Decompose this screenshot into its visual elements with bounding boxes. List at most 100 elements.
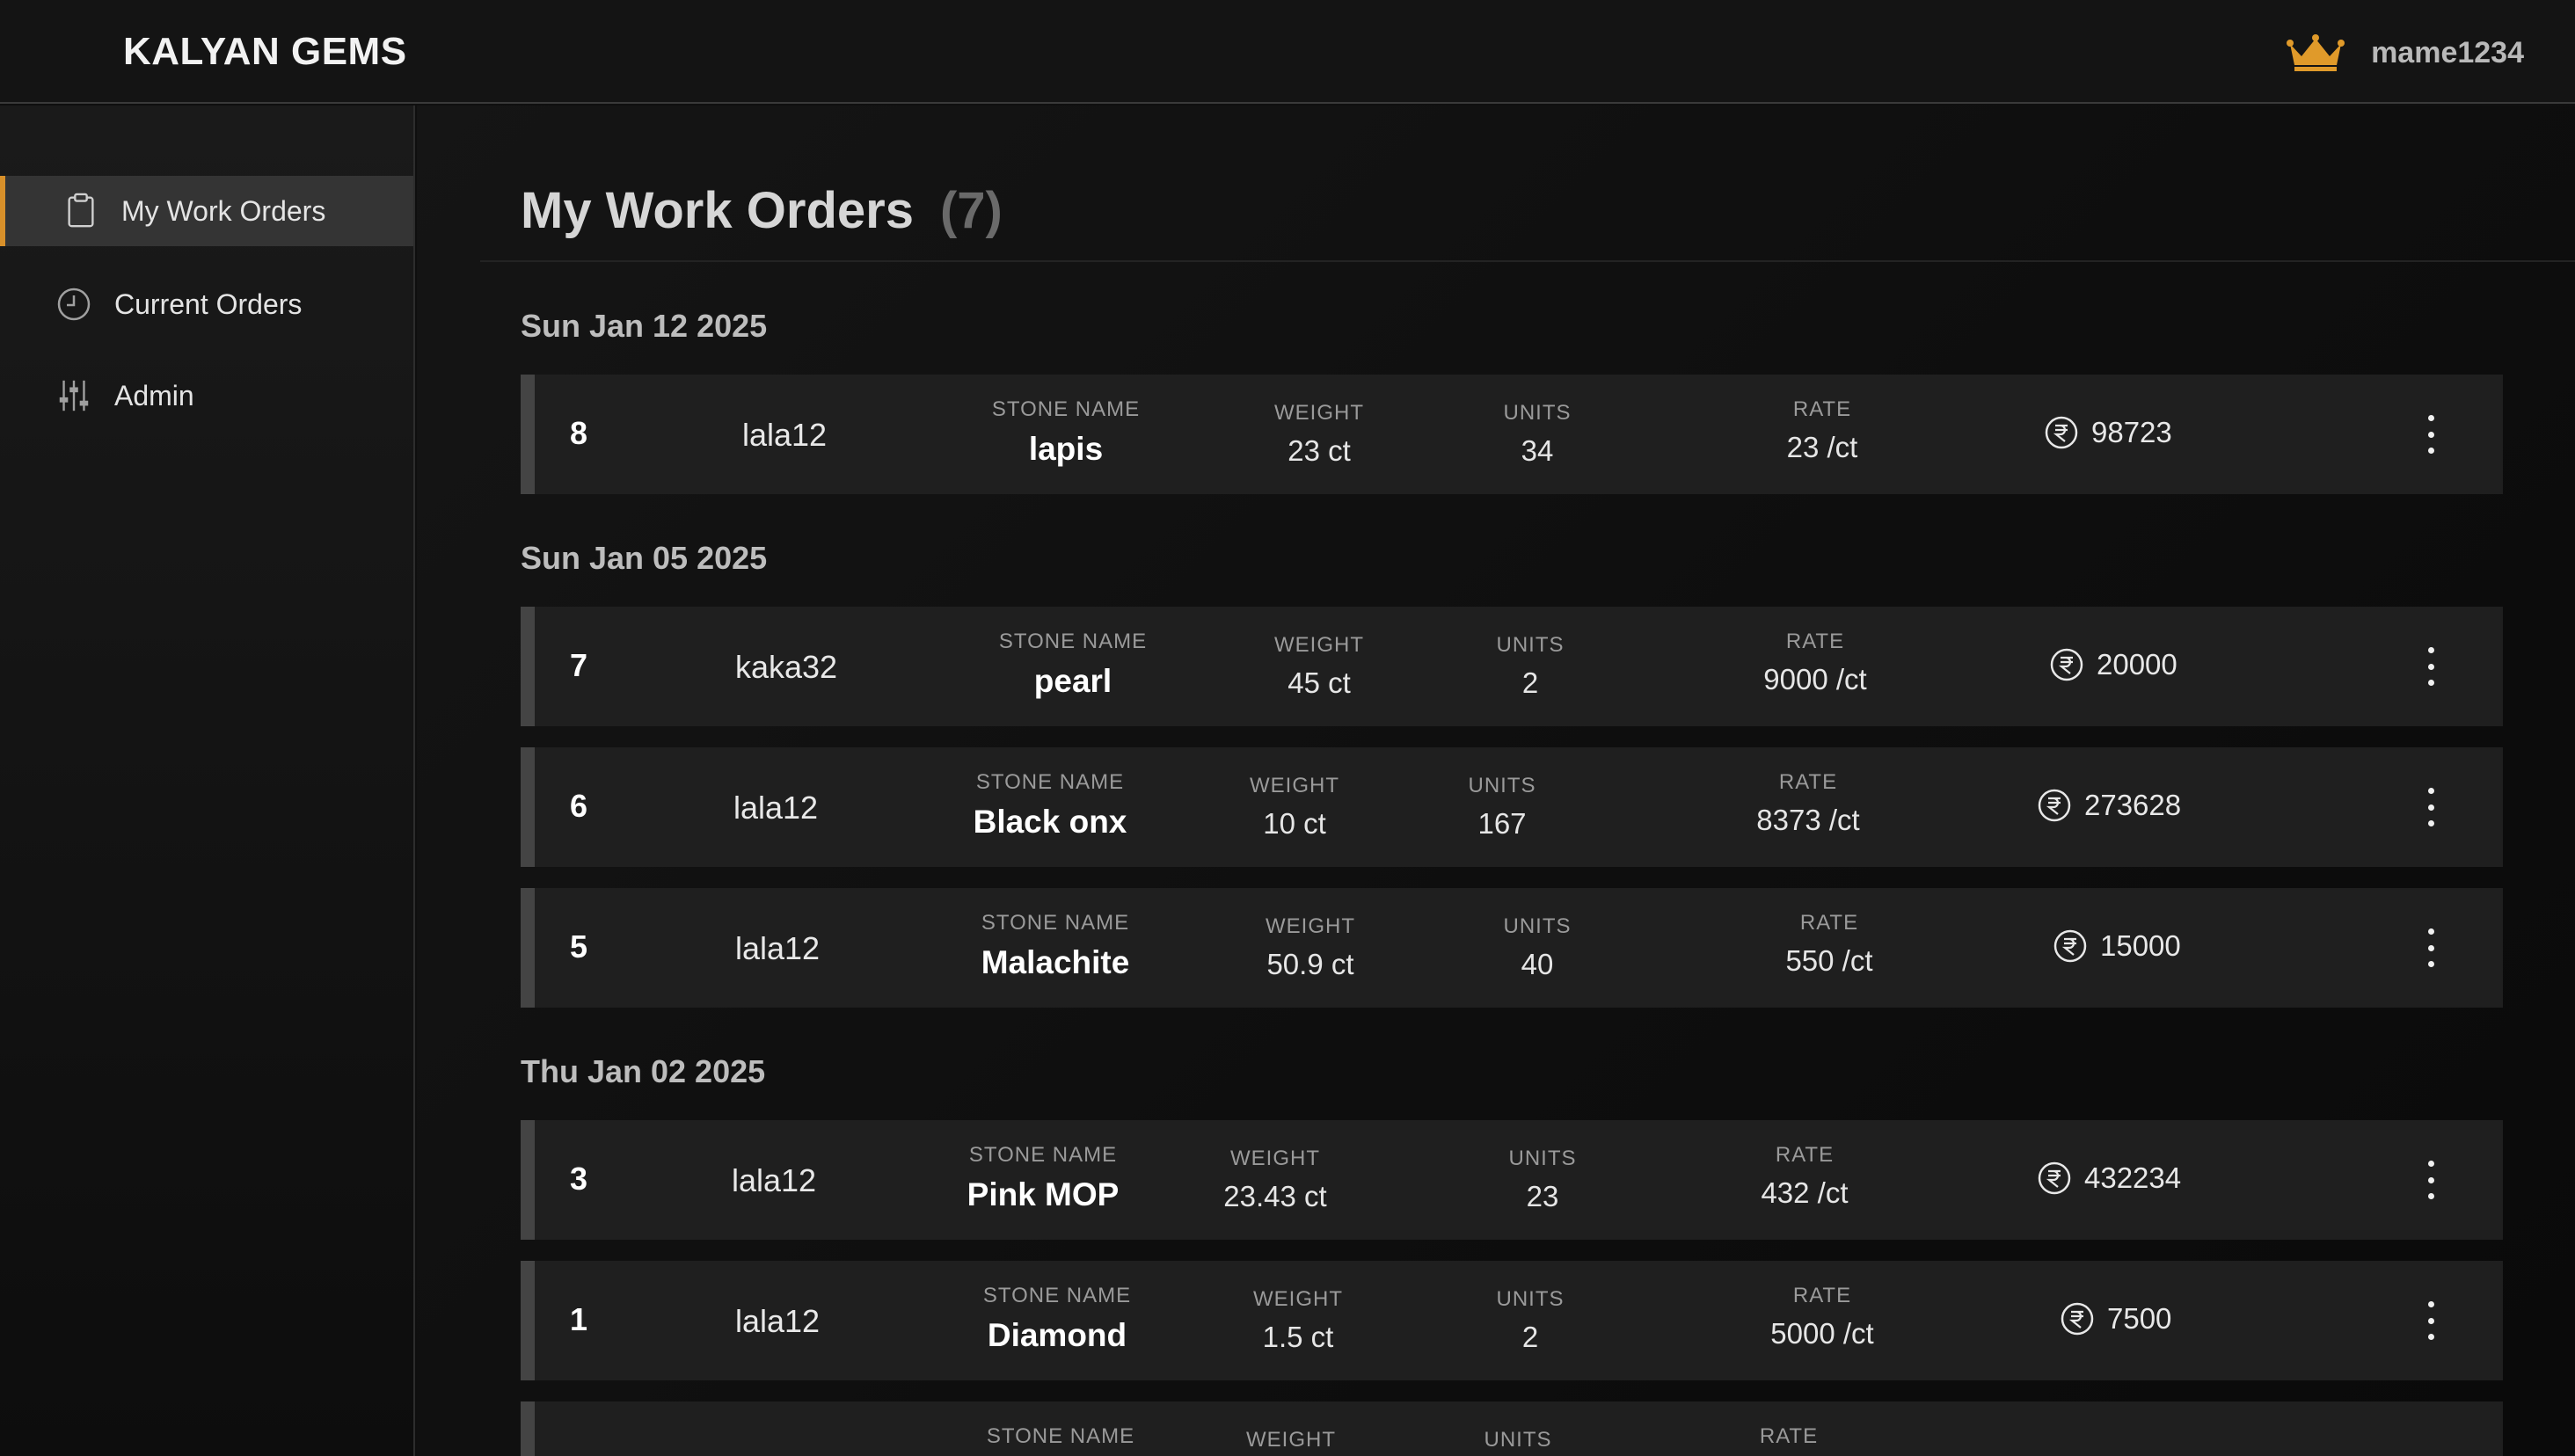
stone-name-value: Diamond <box>987 1317 1127 1353</box>
units-value: 34 <box>1521 434 1554 467</box>
order-id: 6 <box>570 788 588 824</box>
rate-field: RATE 9000 /ct <box>1683 630 1947 696</box>
page-title-text: My Work Orders <box>521 182 914 239</box>
sidebar-item-current-orders[interactable]: Current Orders <box>0 269 413 339</box>
username: mame1234 <box>2371 35 2524 69</box>
stone-name-value: lapis <box>1028 431 1104 467</box>
order-amount: 273628 <box>2037 788 2181 823</box>
amount-value: 273628 <box>2084 789 2182 821</box>
rate-field: RATE 432 /ct <box>1673 1143 1937 1210</box>
weight-value: 23 ct <box>1288 434 1351 467</box>
stone-name-value: Pink MOP <box>967 1176 1120 1212</box>
rate-field: RATE 550 /ct <box>1697 911 1961 978</box>
sidebar-item-admin[interactable]: Admin <box>0 360 413 431</box>
units-field: UNITS 167 <box>1414 774 1590 841</box>
sidebar-item-label: Current Orders <box>114 288 303 320</box>
stone-name-field: STONE NAME pearl <box>915 630 1231 700</box>
order-id: 5 <box>570 928 588 965</box>
sidebar-item-label: My Work Orders <box>121 194 326 227</box>
order-row-partial[interactable]: STONE NAME WEIGHT UNITS RATE <box>521 1401 2503 1456</box>
customer-name: lala12 <box>741 417 828 453</box>
page-title: My Work Orders (7) <box>521 181 1003 240</box>
order-row[interactable]: 1 lala12 STONE NAME Diamond WEIGHT 1.5 ct … <box>521 1261 2503 1380</box>
weight-field: WEIGHT 50.9 ct <box>1196 914 1425 981</box>
divider <box>480 260 2575 262</box>
rate-field: RATE 8373 /ct <box>1676 770 1940 837</box>
sidebar-item-label: Admin <box>114 379 194 411</box>
weight-label: WEIGHT <box>1253 1287 1343 1311</box>
stone-name-value: Black onx <box>973 804 1127 840</box>
rupee-icon <box>2037 788 2072 823</box>
order-amount: 20000 <box>2049 647 2177 682</box>
more-options-icon[interactable] <box>2413 928 2448 967</box>
weight-label: WEIGHT <box>1246 1428 1336 1452</box>
stone-name-label: STONE NAME <box>986 1424 1135 1448</box>
amount-value: 432234 <box>2084 1161 2182 1194</box>
more-options-icon[interactable] <box>2413 647 2448 686</box>
weight-label: WEIGHT <box>1230 1147 1320 1170</box>
units-label: UNITS <box>1496 1287 1565 1311</box>
units-value: 23 <box>1526 1180 1559 1212</box>
rupee-icon <box>2053 928 2088 964</box>
customer-name: lala12 <box>734 930 821 966</box>
weight-label: WEIGHT <box>1266 914 1355 938</box>
weight-value: 10 ct <box>1263 807 1326 840</box>
stone-name-label: STONE NAME <box>982 1284 1132 1307</box>
stone-name-value: pearl <box>1033 663 1112 699</box>
units-value: 2 <box>1521 666 1539 699</box>
customer-name: lala12 <box>733 790 819 826</box>
rupee-icon <box>2049 647 2084 682</box>
brand-logo[interactable]: KALYAN GEMS <box>123 30 407 74</box>
order-row[interactable]: 6 lala12 STONE NAME Black onx WEIGHT 10 ct… <box>521 747 2503 867</box>
rate-label: RATE <box>1785 630 1845 653</box>
order-row[interactable]: 7 kaka32 STONE NAME pearl WEIGHT 45 ct UNI… <box>521 607 2503 726</box>
order-amount: 98723 <box>2044 415 2172 450</box>
rate-field: RATE <box>1657 1424 1921 1456</box>
order-row[interactable]: 3 lala12 STONE NAME Pink MOP WEIGHT 23.43 … <box>521 1120 2503 1240</box>
units-field: UNITS 2 <box>1442 1287 1618 1354</box>
units-label: UNITS <box>1503 401 1572 425</box>
main-content: My Work Orders (7) Sun Jan 12 2025 8 lala… <box>417 106 2575 1456</box>
amount-value: 7500 <box>2107 1302 2172 1335</box>
sidebar-item-my-work-orders[interactable]: My Work Orders <box>0 176 413 246</box>
more-options-icon[interactable] <box>2413 415 2448 454</box>
customer-name: lala12 <box>731 1162 817 1198</box>
crown-icon <box>2287 33 2345 72</box>
rupee-icon <box>2060 1301 2095 1336</box>
rate-value: 8373 /ct <box>1756 804 1860 836</box>
weight-label: WEIGHT <box>1250 774 1339 797</box>
order-count: (7) <box>939 182 1003 239</box>
rate-value: 550 /ct <box>1785 944 1873 977</box>
customer-name: lala12 <box>734 1303 821 1339</box>
order-amount: 432234 <box>2037 1161 2181 1196</box>
order-id: 1 <box>570 1301 588 1337</box>
user-menu[interactable]: mame1234 <box>2287 26 2524 79</box>
rate-field: RATE 5000 /ct <box>1690 1284 1954 1350</box>
units-value: 2 <box>1521 1321 1539 1353</box>
more-options-icon[interactable] <box>2413 788 2448 826</box>
stone-name-field: STONE NAME Pink MOP <box>885 1143 1201 1213</box>
units-field: UNITS 34 <box>1449 401 1625 468</box>
order-id: 7 <box>570 647 588 683</box>
stone-name-label: STONE NAME <box>981 911 1130 935</box>
rupee-icon <box>2044 415 2079 450</box>
order-row[interactable]: 8 lala12 STONE NAME lapis WEIGHT 23 ct UNI… <box>521 375 2503 494</box>
rate-value: 5000 /ct <box>1770 1317 1874 1350</box>
stone-name-field: STONE NAME lapis <box>908 397 1224 468</box>
stone-name-field: STONE NAME Black onx <box>892 770 1208 841</box>
stone-name-value: Malachite <box>981 944 1130 980</box>
weight-field: WEIGHT 23 ct <box>1205 401 1433 468</box>
order-id: 8 <box>570 415 588 451</box>
units-label: UNITS <box>1503 914 1572 938</box>
sidebar: My Work Orders Current Orders Admin <box>0 106 415 1456</box>
stone-name-field: STONE NAME <box>902 1424 1219 1456</box>
weight-field: WEIGHT 45 ct <box>1205 633 1433 700</box>
order-amount: 15000 <box>2053 928 2181 964</box>
more-options-icon[interactable] <box>2413 1301 2448 1340</box>
weight-value: 50.9 ct <box>1266 948 1354 980</box>
amount-value: 98723 <box>2091 416 2172 448</box>
stone-name-label: STONE NAME <box>975 770 1125 794</box>
weight-label: WEIGHT <box>1274 633 1364 657</box>
more-options-icon[interactable] <box>2413 1161 2448 1199</box>
order-row[interactable]: 5 lala12 STONE NAME Malachite WEIGHT 50.9 … <box>521 888 2503 1008</box>
